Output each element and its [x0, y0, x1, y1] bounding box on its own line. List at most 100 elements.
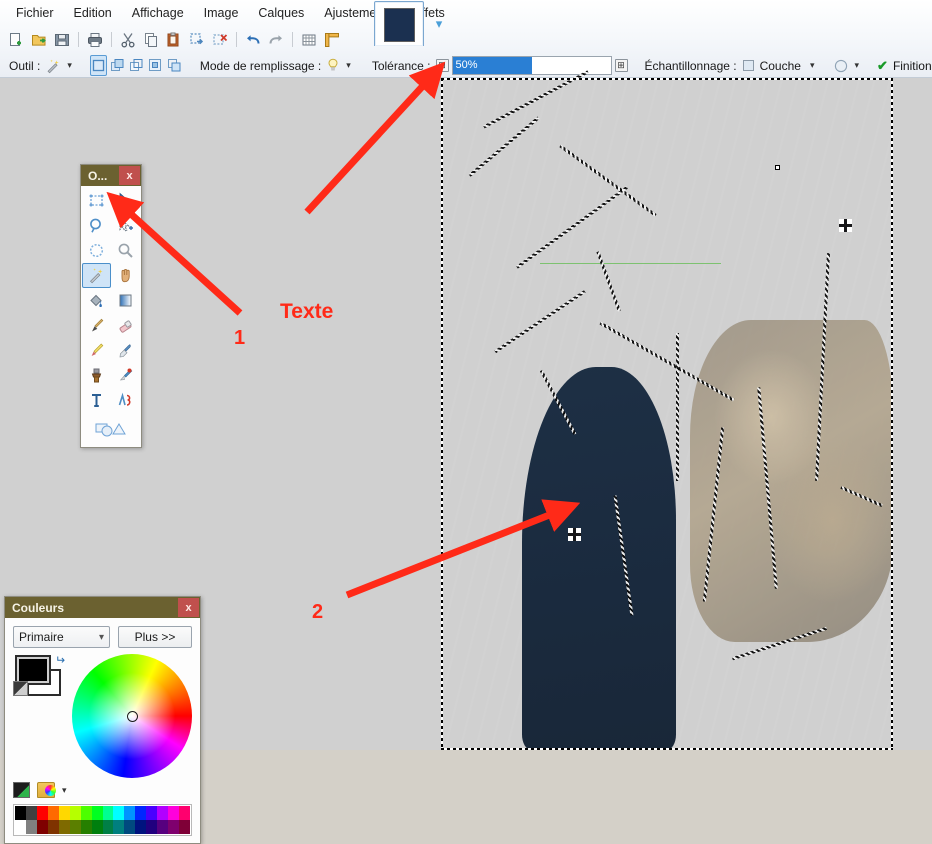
finish-label[interactable]: Finition	[890, 59, 932, 73]
minus-box-icon[interactable]: ⊟	[435, 59, 449, 72]
color-swatch[interactable]	[179, 820, 190, 834]
paste-icon[interactable]	[163, 29, 185, 51]
reset-colors-icon[interactable]	[13, 681, 28, 696]
color-swatch[interactable]	[58, 806, 70, 820]
color-swatch[interactable]	[157, 806, 169, 820]
tool-text[interactable]	[82, 388, 111, 413]
chevron-down-icon[interactable]: ▾	[342, 60, 355, 71]
save-icon[interactable]	[51, 29, 73, 51]
tool-magic-wand[interactable]	[82, 263, 111, 288]
tool-rectangle-select[interactable]	[82, 188, 111, 213]
tool-move-selection[interactable]	[111, 213, 140, 238]
palette-folder-icon[interactable]	[37, 782, 56, 798]
tool-pan[interactable]	[111, 263, 140, 288]
color-swatch[interactable]	[80, 820, 92, 834]
plus-box-icon[interactable]: ⊞	[614, 59, 628, 72]
tool-recolor[interactable]	[111, 363, 140, 388]
color-swatch[interactable]	[168, 806, 180, 820]
color-swatch[interactable]	[124, 820, 136, 834]
move-selection-handle-icon[interactable]	[567, 528, 581, 542]
selection-mode-union[interactable]	[109, 55, 126, 76]
color-swatch[interactable]	[179, 806, 190, 820]
tool-lasso-select[interactable]	[82, 213, 111, 238]
tool-line-curve[interactable]	[111, 388, 140, 413]
color-swatch[interactable]	[124, 806, 136, 820]
color-channel-select[interactable]: Primaire ▾	[13, 626, 110, 648]
tool-ellipse-select[interactable]	[82, 238, 111, 263]
selection-mode-exclude[interactable]	[128, 55, 145, 76]
color-swatch[interactable]	[146, 806, 158, 820]
color-swatch[interactable]	[25, 820, 37, 834]
menu-edition[interactable]: Edition	[64, 1, 122, 25]
tool-paint-bucket[interactable]	[82, 288, 111, 313]
color-swatch[interactable]	[146, 820, 158, 834]
cut-icon[interactable]	[117, 29, 139, 51]
sampling-value[interactable]: Couche	[757, 59, 804, 73]
tool-eraser[interactable]	[111, 313, 140, 338]
color-swatch[interactable]	[91, 820, 103, 834]
copy-icon[interactable]	[140, 29, 162, 51]
tool-color-picker[interactable]	[111, 338, 140, 363]
menu-image[interactable]: Image	[194, 1, 249, 25]
chevron-down-icon[interactable]: ▾	[63, 60, 76, 71]
color-swatch[interactable]	[69, 820, 81, 834]
color-swatch[interactable]	[69, 806, 81, 820]
color-swatch[interactable]	[102, 806, 114, 820]
color-swatch[interactable]	[113, 806, 125, 820]
color-swatch[interactable]	[157, 820, 169, 834]
tools-palette-titlebar[interactable]: O... x	[81, 165, 141, 186]
grid-icon[interactable]	[298, 29, 320, 51]
redo-icon[interactable]	[265, 29, 287, 51]
color-swatch[interactable]	[36, 806, 48, 820]
chevron-down-icon[interactable]: ▾	[62, 785, 67, 796]
tools-palette[interactable]: O... x	[80, 164, 142, 448]
crop-to-selection-icon[interactable]	[186, 29, 208, 51]
color-swatch[interactable]	[168, 820, 180, 834]
color-swatch[interactable]	[15, 806, 26, 820]
color-wheel-cursor-icon[interactable]	[126, 710, 138, 722]
tool-shapes[interactable]	[88, 417, 134, 442]
swap-colors-icon[interactable]: ↵	[55, 653, 65, 667]
menu-affichage[interactable]: Affichage	[122, 1, 194, 25]
rulers-icon[interactable]	[321, 29, 343, 51]
color-swatch[interactable]	[113, 820, 125, 834]
tool-pencil[interactable]	[82, 338, 111, 363]
color-swatch[interactable]	[47, 820, 59, 834]
tool-gradient[interactable]	[111, 288, 140, 313]
color-swatch[interactable]	[80, 806, 92, 820]
more-colors-button[interactable]: Plus >>	[118, 626, 192, 648]
color-swatch[interactable]	[47, 806, 59, 820]
move-selection-handle-icon[interactable]	[838, 219, 852, 233]
tool-move-selected[interactable]	[111, 188, 140, 213]
tool-clone-stamp[interactable]	[82, 363, 111, 388]
add-to-palette-icon[interactable]	[13, 782, 30, 798]
selection-mode-xor[interactable]	[147, 55, 164, 76]
chevron-down-icon[interactable]: ▾	[806, 60, 819, 71]
menu-calques[interactable]: Calques	[248, 1, 314, 25]
lightbulb-icon[interactable]	[326, 56, 340, 76]
color-swatch[interactable]	[135, 820, 147, 834]
color-swatch[interactable]	[135, 806, 147, 820]
deselect-all-icon[interactable]	[209, 29, 231, 51]
open-icon[interactable]	[28, 29, 50, 51]
color-swatch[interactable]	[25, 806, 37, 820]
selection-mode-intersect[interactable]	[166, 55, 183, 76]
colors-palette-titlebar[interactable]: Couleurs x	[5, 597, 200, 618]
color-swatch[interactable]	[102, 820, 114, 834]
tool-paintbrush[interactable]	[82, 313, 111, 338]
undo-icon[interactable]	[242, 29, 264, 51]
menu-fichier[interactable]: Fichier	[6, 1, 64, 25]
color-wheel[interactable]	[72, 654, 192, 778]
close-icon[interactable]: x	[119, 166, 140, 185]
magic-wand-icon[interactable]	[45, 56, 61, 76]
document-canvas[interactable]	[441, 70, 893, 750]
color-swatch[interactable]	[36, 820, 48, 834]
new-icon[interactable]	[5, 29, 27, 51]
color-swatch[interactable]	[58, 820, 70, 834]
green-check-icon[interactable]: ✔	[877, 58, 888, 74]
print-icon[interactable]	[84, 29, 106, 51]
selection-mode-replace[interactable]	[89, 55, 107, 76]
color-swatch[interactable]	[15, 820, 26, 834]
colors-palette[interactable]: Couleurs x Primaire ▾ Plus >> ↵ ▾	[4, 596, 201, 844]
close-icon[interactable]: x	[178, 598, 199, 617]
